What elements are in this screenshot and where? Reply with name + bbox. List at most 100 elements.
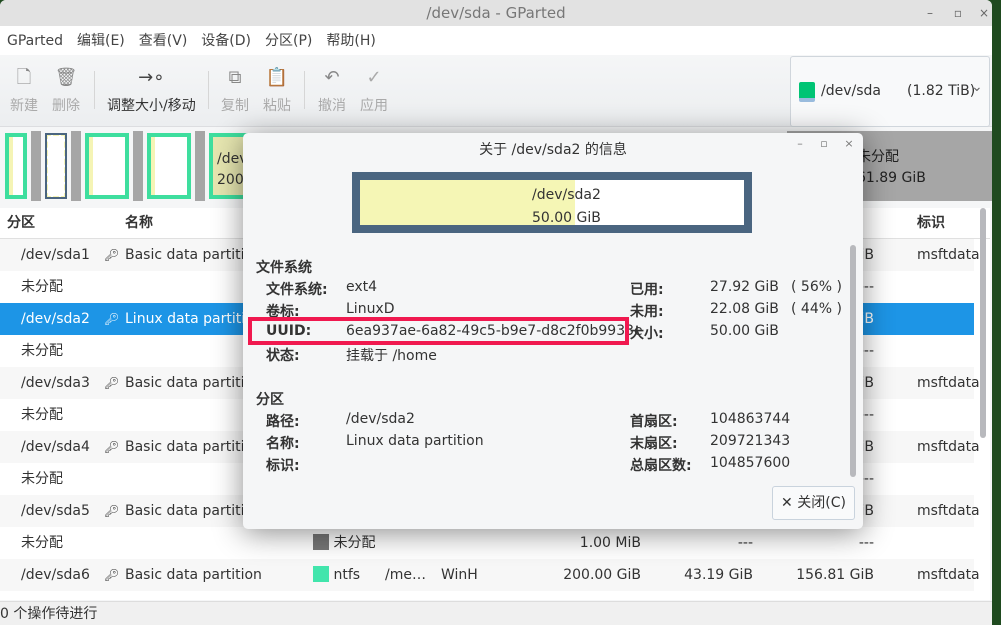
partition-cell: /dev/sda6 bbox=[21, 567, 90, 583]
label: 末扇区: bbox=[630, 436, 678, 452]
partition-info-dialog: 关于 /dev/sda2 的信息 – ▫ × /dev/sda2 50.00 G… bbox=[243, 133, 863, 529]
minimize-button[interactable]: – bbox=[918, 0, 942, 26]
device-name: /dev/sda bbox=[821, 83, 881, 99]
label: 状态: bbox=[266, 348, 300, 364]
menu-gparted[interactable]: GParted bbox=[7, 26, 63, 55]
column-name[interactable]: 名称 bbox=[125, 208, 153, 239]
partition-block-sda4[interactable] bbox=[147, 133, 191, 199]
partition-cell: /dev/sda2 bbox=[21, 311, 90, 327]
unused-cell: --- bbox=[858, 535, 874, 551]
menu-edit[interactable]: 编辑(E) bbox=[77, 26, 125, 55]
partition-cell: 未分配 bbox=[21, 279, 63, 295]
name-cell: Basic data partition bbox=[125, 567, 262, 583]
unallocated-block[interactable] bbox=[71, 131, 81, 201]
dialog-scrollbar[interactable] bbox=[850, 245, 856, 477]
apply-button[interactable]: ✓ 应用 bbox=[360, 65, 388, 115]
partition-section-heading: 分区 bbox=[256, 392, 284, 408]
label: 未用: bbox=[630, 304, 664, 320]
device-size: (1.82 TiB) bbox=[907, 83, 976, 99]
menu-bar: GParted 编辑(E) 查看(V) 设备(D) 分区(P) 帮助(H) bbox=[0, 26, 992, 55]
label: 已用: bbox=[630, 282, 664, 298]
total-sectors-value: 104857600 bbox=[710, 455, 791, 471]
maximize-button[interactable]: ▫ bbox=[946, 0, 970, 26]
key-icon: 🔑︎ bbox=[104, 248, 120, 262]
column-partition[interactable]: 分区 bbox=[7, 208, 35, 239]
name-cell: Basic data partition bbox=[125, 375, 262, 391]
unused-percent: ( 44% ) bbox=[791, 301, 842, 317]
fs-color-swatch bbox=[313, 534, 329, 550]
partition-cell: /dev/sda4 bbox=[21, 439, 90, 455]
label-cell: WinH bbox=[441, 567, 478, 583]
table-row[interactable]: 未分配 未分配 1.00 MiB --- --- bbox=[0, 527, 974, 559]
filesystem-cell: ntfs bbox=[333, 567, 361, 583]
partition-cell: 未分配 bbox=[21, 343, 63, 359]
uuid-highlight-box bbox=[248, 317, 629, 345]
fs-color-swatch bbox=[313, 566, 329, 582]
partition-block-msr[interactable] bbox=[45, 133, 67, 199]
menu-device[interactable]: 设备(D) bbox=[201, 26, 251, 55]
new-file-icon: 🗋 bbox=[16, 67, 32, 88]
separator bbox=[304, 71, 305, 109]
column-flags[interactable]: 标识 bbox=[917, 208, 945, 239]
label: 首扇区: bbox=[630, 414, 678, 430]
device-selector[interactable]: /dev/sda (1.82 TiB) ⌄ bbox=[790, 56, 990, 127]
label: 文件系统: bbox=[266, 282, 328, 298]
copy-button[interactable]: ⧉ 复制 bbox=[221, 65, 249, 115]
path-value: /dev/sda2 bbox=[346, 411, 415, 427]
undo-button[interactable]: ↶ 撤消 bbox=[318, 65, 346, 115]
graph-size: 50.00 GiB bbox=[532, 210, 601, 226]
label: 路径: bbox=[266, 414, 300, 430]
label: 大小: bbox=[630, 326, 664, 342]
unused-value: 22.08 GiB bbox=[710, 301, 779, 317]
partition-cell: /dev/sda1 bbox=[21, 247, 90, 263]
filesystem-value: ext4 bbox=[346, 279, 378, 295]
unallocated-block[interactable] bbox=[133, 131, 143, 201]
used-cell: --- bbox=[737, 535, 753, 551]
paste-button[interactable]: 📋 粘贴 bbox=[263, 65, 291, 115]
size-cell: 200.00 GiB bbox=[563, 567, 641, 583]
name-cell: Basic data partition bbox=[125, 247, 262, 263]
unused-cell: 156.81 GiB bbox=[796, 567, 874, 583]
filesystem-section-heading: 文件系统 bbox=[256, 260, 312, 276]
partition-cell: 未分配 bbox=[21, 471, 63, 487]
separator bbox=[208, 71, 209, 109]
dialog-close-icon[interactable]: × bbox=[839, 137, 859, 150]
partition-block-sda3[interactable] bbox=[85, 133, 129, 199]
close-button[interactable]: × bbox=[972, 0, 992, 26]
flags-cell: msftdata bbox=[917, 503, 980, 519]
key-icon: 🔑︎ bbox=[104, 504, 120, 518]
label: 名称: bbox=[266, 436, 300, 452]
menu-partition[interactable]: 分区(P) bbox=[265, 26, 312, 55]
menu-help[interactable]: 帮助(H) bbox=[326, 26, 375, 55]
dialog-maximize-button[interactable]: ▫ bbox=[814, 137, 834, 150]
name-cell: Linux data partition bbox=[125, 311, 263, 327]
name-cell: Basic data partition bbox=[125, 503, 262, 519]
table-scrollbar[interactable] bbox=[980, 208, 986, 438]
key-icon: 🔑︎ bbox=[104, 312, 120, 326]
title-bar: /dev/sda - GParted – ▫ × bbox=[0, 0, 992, 26]
key-icon: 🔑︎ bbox=[104, 376, 120, 390]
resize-move-button[interactable]: →∘ 调整大小/移动 bbox=[107, 65, 196, 115]
separator bbox=[94, 71, 95, 109]
chevron-down-icon: ⌄ bbox=[971, 79, 983, 95]
unallocated-block[interactable] bbox=[195, 131, 205, 201]
close-dialog-button[interactable]: ✕ 关闭(C) bbox=[772, 486, 855, 520]
used-cell: 43.19 GiB bbox=[684, 567, 753, 583]
delete-button[interactable]: 🗑 删除 bbox=[52, 65, 80, 115]
mount-cell: /me… bbox=[385, 567, 426, 583]
close-x-icon: ✕ bbox=[781, 495, 793, 511]
partition-cell: 未分配 bbox=[21, 535, 63, 551]
unallocated-block[interactable] bbox=[31, 131, 41, 201]
used-value: 27.92 GiB bbox=[710, 279, 779, 295]
table-row[interactable]: /dev/sda6 🔑︎ Basic data partition ntfs/me…… bbox=[0, 559, 980, 591]
flags-cell: msftdata bbox=[917, 247, 980, 263]
partition-block-sda1[interactable] bbox=[5, 133, 27, 199]
flags-cell: msftdata bbox=[917, 567, 980, 583]
partition-usage-graph: /dev/sda2 50.00 GiB bbox=[352, 172, 752, 233]
dialog-minimize-button[interactable]: – bbox=[790, 137, 810, 150]
menu-view[interactable]: 查看(V) bbox=[139, 26, 188, 55]
flags-cell: msftdata bbox=[917, 439, 980, 455]
new-button[interactable]: 🗋 新建 bbox=[10, 65, 38, 115]
status-bar: 0 个操作待进行 bbox=[0, 601, 992, 625]
paste-icon: 📋 bbox=[265, 67, 289, 88]
